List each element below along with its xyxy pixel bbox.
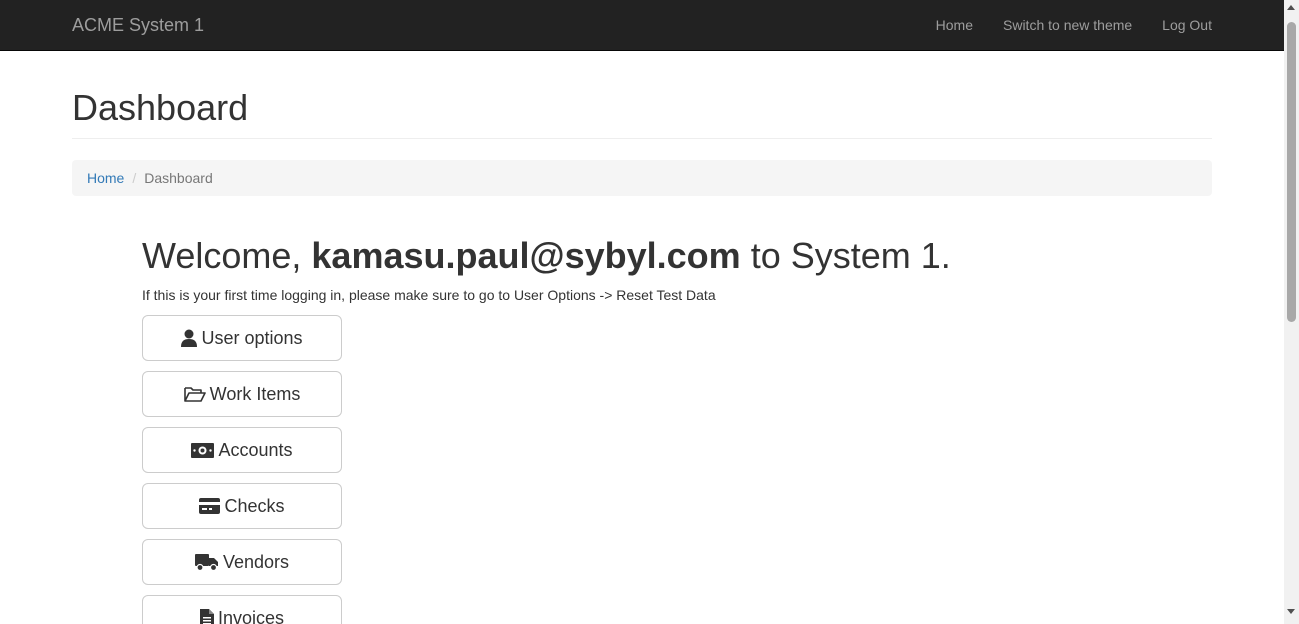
scroll-down-arrow-icon[interactable] (1287, 609, 1295, 614)
invoices-label: Invoices (217, 607, 285, 624)
nav-home-link[interactable]: Home (936, 17, 973, 33)
welcome-suffix: to System 1. (750, 235, 951, 276)
work-items-label: Work Items (209, 383, 301, 404)
user-icon (181, 329, 198, 347)
breadcrumb: Home / Dashboard (72, 160, 1212, 196)
scroll-up-arrow-icon[interactable] (1287, 5, 1295, 10)
welcome-heading: Welcome, kamasu.paul@sybyl.com to System… (142, 234, 951, 278)
top-navbar: ACME System 1 Home Switch to new theme L… (0, 0, 1284, 51)
first-login-hint: If this is your first time logging in, p… (142, 287, 716, 303)
title-divider (72, 138, 1212, 139)
invoices-button[interactable]: Invoices (142, 595, 342, 624)
checks-label: Checks (224, 495, 285, 516)
money-bill-icon (191, 442, 215, 458)
user-options-label: User options (201, 327, 303, 348)
accounts-label: Accounts (218, 439, 293, 460)
vendors-label: Vendors (222, 551, 290, 572)
brand-link[interactable]: ACME System 1 (72, 15, 204, 35)
nav-switch-theme-link[interactable]: Switch to new theme (1003, 17, 1132, 33)
file-alt-icon (199, 609, 214, 624)
vertical-scrollbar[interactable] (1284, 0, 1299, 624)
nav-links: Home Switch to new theme Log Out (906, 0, 1212, 50)
folder-open-icon (183, 386, 206, 402)
welcome-email: kamasu.paul@sybyl.com (311, 235, 741, 276)
breadcrumb-current: Dashboard (144, 170, 213, 186)
nav-logout-link[interactable]: Log Out (1162, 17, 1212, 33)
breadcrumb-separator: / (132, 170, 137, 186)
accounts-button[interactable]: Accounts (142, 427, 342, 473)
checks-button[interactable]: Checks (142, 483, 342, 529)
work-items-button[interactable]: Work Items (142, 371, 342, 417)
vendors-button[interactable]: Vendors (142, 539, 342, 585)
credit-card-icon (199, 498, 221, 514)
scroll-thumb[interactable] (1287, 22, 1296, 322)
welcome-prefix: Welcome, (142, 235, 302, 276)
truck-icon (194, 553, 219, 571)
breadcrumb-home-link[interactable]: Home (87, 170, 124, 186)
page-title: Dashboard (72, 87, 249, 128)
user-options-button[interactable]: User options (142, 315, 342, 361)
